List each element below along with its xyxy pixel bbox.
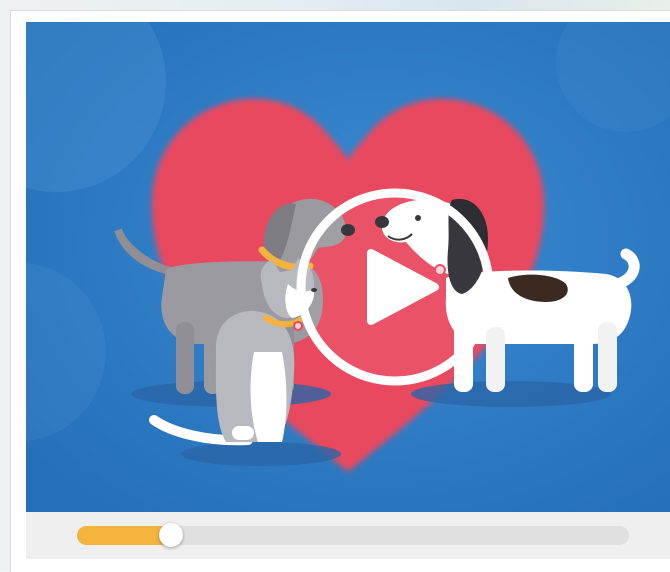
progress-fill xyxy=(77,526,171,545)
play-button[interactable] xyxy=(293,185,497,389)
progress-track[interactable] xyxy=(77,523,629,547)
video-controls xyxy=(26,512,670,559)
progress-scrubber[interactable] xyxy=(159,523,183,547)
video-player[interactable] xyxy=(26,22,670,512)
play-icon xyxy=(296,188,494,386)
